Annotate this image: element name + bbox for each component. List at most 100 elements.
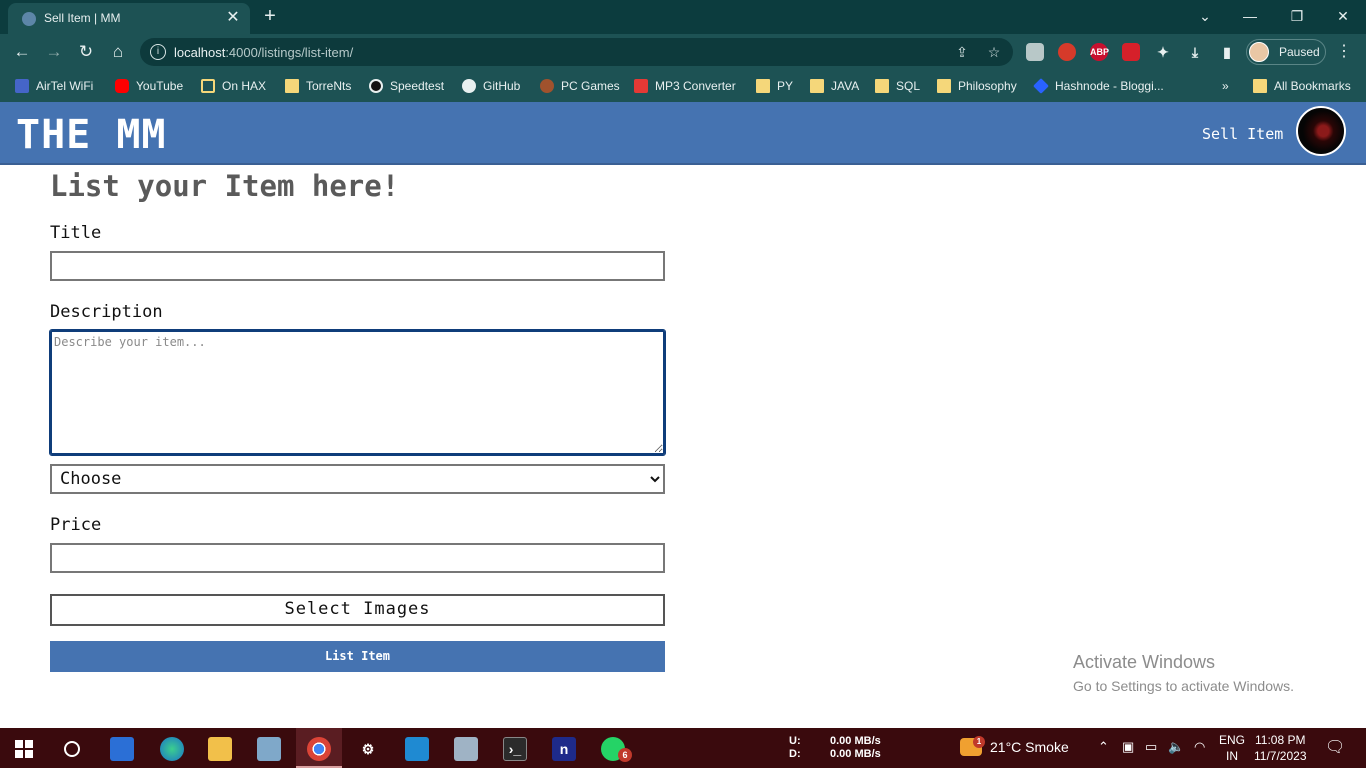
restore-icon[interactable]: ❐ — [1287, 6, 1307, 26]
profile-button[interactable]: Paused — [1246, 39, 1326, 65]
address-bar[interactable]: i localhost:4000/listings/list-item/ ⇪ ☆ — [140, 38, 1013, 66]
weather-text: 21°C Smoke — [990, 739, 1069, 755]
search-circle-icon[interactable] — [60, 737, 84, 761]
tray-chevron-up-icon[interactable]: ⌃ — [1098, 739, 1109, 755]
profile-status: Paused — [1279, 45, 1320, 59]
side-panel-icon[interactable]: ▮ — [1218, 43, 1236, 61]
file-explorer-icon[interactable] — [208, 737, 232, 761]
windows-start-icon[interactable] — [12, 737, 36, 761]
folder-icon — [1253, 79, 1267, 93]
notepad-app-icon[interactable] — [257, 737, 281, 761]
bookmarks-bar: AirTel WiFi YouTube On HAX TorreNts Spee… — [0, 70, 1366, 102]
bookmarks-overflow-chevron[interactable]: » — [1222, 77, 1229, 95]
speedtest-icon — [369, 79, 383, 93]
site-info-icon[interactable]: i — [150, 44, 166, 60]
profile-avatar — [1249, 42, 1269, 62]
meet-now-icon[interactable]: ▣ — [1122, 739, 1134, 755]
notification-center-icon[interactable]: 🗨 — [1325, 737, 1345, 757]
weather-badge: 1 — [973, 736, 985, 748]
chrome-menu-icon[interactable]: ⋮ — [1336, 42, 1352, 62]
description-label: Description — [50, 302, 163, 322]
notepad-plus-icon[interactable]: n — [552, 737, 576, 761]
user-avatar[interactable] — [1296, 106, 1346, 156]
download-icon[interactable]: ⤓ — [1186, 43, 1204, 61]
address-url[interactable]: localhost:4000/listings/list-item/ — [174, 45, 353, 60]
extension-hand-icon[interactable] — [1058, 43, 1076, 61]
extension-puzzle-app-icon[interactable] — [1026, 43, 1044, 61]
share-icon[interactable]: ⇪ — [953, 43, 971, 61]
category-select[interactable]: Choose — [50, 464, 665, 494]
net-up-label: U: — [789, 735, 801, 747]
taskbar-clock[interactable]: 11:08 PM 11/7/2023 — [1254, 732, 1307, 764]
bookmark-star-icon[interactable]: ☆ — [985, 43, 1003, 61]
bookmark-airtel-wifi[interactable]: AirTel WiFi — [15, 77, 93, 95]
bookmark-torrents[interactable]: TorreNts — [285, 77, 351, 95]
extensions-puzzle-icon[interactable]: ✦ — [1154, 43, 1172, 61]
whatsapp-notification-badge: 6 — [618, 748, 632, 762]
language-bottom: IN — [1226, 749, 1238, 763]
battery-icon[interactable]: ▭ — [1145, 739, 1157, 755]
bookmark-sql[interactable]: SQL — [875, 77, 920, 95]
edge-browser-icon[interactable] — [160, 737, 184, 761]
activate-windows-watermark: Activate Windows Go to Settings to activ… — [1073, 652, 1294, 694]
language-indicator[interactable]: ENG IN — [1219, 732, 1245, 764]
folder-icon — [756, 79, 770, 93]
bookmark-hashnode[interactable]: Hashnode - Bloggi... — [1033, 77, 1164, 95]
mp3-converter-icon — [634, 79, 648, 93]
airtel-icon — [15, 79, 29, 93]
site-logo[interactable]: THE MM — [16, 112, 167, 158]
pc-games-icon — [540, 79, 554, 93]
tab-search-chevron-icon[interactable]: ⌄ — [1195, 6, 1215, 26]
windows-taskbar: ⚙ ›_ n 6 U: D: 0.00 MB/s 0.00 MB/s 21°C … — [0, 728, 1366, 768]
bookmark-all-bookmarks[interactable]: All Bookmarks — [1253, 77, 1351, 95]
list-item-submit-button[interactable]: List Item — [50, 641, 665, 672]
description-textarea[interactable] — [49, 329, 666, 456]
terminal-icon[interactable]: ›_ — [503, 737, 527, 761]
new-tab-button[interactable]: + — [260, 5, 280, 27]
net-down-label: D: — [789, 748, 801, 760]
clock-date: 11/7/2023 — [1254, 749, 1307, 763]
bookmark-on-hax[interactable]: On HAX — [201, 77, 266, 95]
microsoft-store-icon[interactable] — [110, 737, 134, 761]
bookmark-pc-games[interactable]: PC Games — [540, 77, 620, 95]
folder-icon — [285, 79, 299, 93]
price-input[interactable] — [50, 543, 665, 573]
browser-tab-strip: Sell Item | MM ✕ + ⌄ — ❐ ✕ — [0, 0, 1366, 34]
github-icon — [462, 79, 476, 93]
bookmark-java[interactable]: JAVA — [810, 77, 859, 95]
minimize-icon[interactable]: — — [1240, 6, 1260, 26]
bookmark-mp3-converter[interactable]: MP3 Converter — [634, 77, 736, 95]
adblock-plus-icon[interactable]: ABP — [1090, 43, 1109, 61]
bookmark-github[interactable]: GitHub — [462, 77, 520, 95]
forward-arrow-icon[interactable]: → — [43, 41, 65, 63]
reload-icon[interactable]: ↻ — [75, 41, 97, 63]
chrome-icon[interactable] — [307, 737, 331, 761]
price-label: Price — [50, 515, 102, 535]
extension-video-icon[interactable] — [1122, 43, 1140, 61]
wifi-icon[interactable]: ◠ — [1194, 739, 1205, 755]
title-label: Title — [50, 223, 102, 243]
site-header: THE MM Sell Item — [0, 102, 1366, 165]
language-top: ENG — [1219, 733, 1246, 747]
settings-gear-icon[interactable]: ⚙ — [356, 737, 380, 761]
window-close-icon[interactable]: ✕ — [1333, 6, 1353, 26]
youtube-icon — [115, 79, 129, 93]
bookmark-py[interactable]: PY — [756, 77, 793, 95]
tab-favicon-icon — [22, 12, 36, 26]
volume-icon[interactable]: 🔈 — [1168, 739, 1184, 755]
home-icon[interactable]: ⌂ — [107, 41, 129, 63]
nav-sell-item-link[interactable]: Sell Item — [1202, 125, 1283, 143]
clock-time: 11:08 PM — [1255, 733, 1306, 747]
vscode-icon[interactable] — [405, 737, 429, 761]
tab-close-icon[interactable]: ✕ — [224, 9, 242, 27]
title-input[interactable] — [50, 251, 665, 281]
bookmark-youtube[interactable]: YouTube — [115, 77, 183, 95]
task-manager-icon[interactable] — [454, 737, 478, 761]
tab-title: Sell Item | MM — [44, 11, 121, 25]
folder-icon — [875, 79, 889, 93]
back-arrow-icon[interactable]: ← — [11, 41, 33, 63]
select-images-button[interactable]: Select Images — [50, 594, 665, 626]
bookmark-philosophy[interactable]: Philosophy — [937, 77, 1017, 95]
bookmark-speedtest[interactable]: Speedtest — [369, 77, 444, 95]
browser-tab-active[interactable]: Sell Item | MM ✕ — [8, 3, 250, 34]
